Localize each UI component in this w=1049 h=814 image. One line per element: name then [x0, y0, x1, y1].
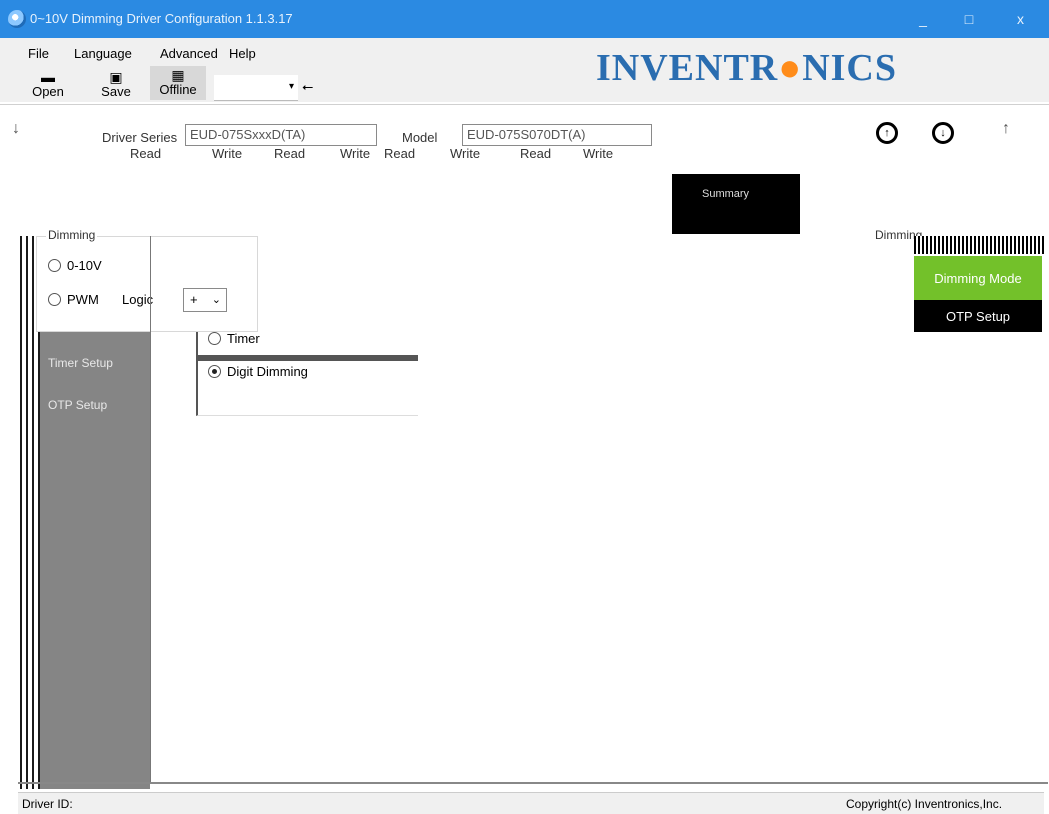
read-button[interactable]: Read	[384, 146, 415, 161]
app-globe-icon	[8, 10, 26, 28]
write-button[interactable]: Write	[212, 146, 242, 161]
menu-help[interactable]: Help	[229, 46, 256, 61]
port-combobox[interactable]: ▾	[214, 75, 298, 101]
sidebar-item-otp-setup[interactable]: OTP Setup	[48, 398, 107, 412]
sidebar-item-timer-setup[interactable]: Timer Setup	[48, 356, 113, 370]
logic-value: +	[190, 292, 198, 307]
write-button[interactable]: Write	[450, 146, 480, 161]
menu-language[interactable]: Language	[74, 46, 132, 61]
sun-icon: ●	[778, 47, 803, 89]
menu-advanced[interactable]: Advanced	[160, 46, 218, 61]
nav-dimming-mode[interactable]: Dimming Mode	[914, 256, 1042, 300]
radio-pwm[interactable]: PWM	[48, 292, 99, 307]
logic-select[interactable]: + ⌄	[183, 288, 227, 312]
status-copyright: Copyright(c) Inventronics,Inc.	[846, 797, 1003, 811]
radio-circle	[48, 259, 61, 272]
radio-0-10v[interactable]: 0-10V	[48, 258, 102, 273]
radio-pwm-label: PWM	[67, 292, 99, 307]
open-label: Open	[32, 84, 64, 99]
upload-arrow-icon[interactable]: ↑	[1002, 120, 1010, 138]
radio-digit-dimming[interactable]: Digit Dimming	[208, 364, 308, 379]
window-title: 0~10V Dimming Driver Configuration 1.1.3…	[30, 11, 293, 26]
dimming-group-box	[36, 236, 258, 332]
radio-timer-label: Timer	[227, 331, 260, 346]
nav-rails	[914, 236, 1044, 254]
upload-icon[interactable]: ↑	[876, 122, 898, 144]
radio-circle	[208, 332, 221, 345]
open-button[interactable]: ▬ Open	[20, 68, 76, 99]
chevron-down-icon: ⌄	[211, 294, 221, 306]
main-frame-divider	[150, 236, 151, 784]
radio-0-10v-label: 0-10V	[67, 258, 102, 273]
save-button[interactable]: ▣ Save	[88, 68, 144, 99]
dimming-group-legend: Dimming	[46, 228, 98, 242]
radio-circle	[48, 293, 61, 306]
radio-digit-dimming-label: Digit Dimming	[227, 364, 308, 379]
nav-otp-setup[interactable]: OTP Setup	[914, 300, 1042, 332]
read-button[interactable]: Read	[130, 146, 161, 161]
write-button[interactable]: Write	[340, 146, 370, 161]
read-button[interactable]: Read	[274, 146, 305, 161]
nav-summary[interactable]: Summary	[672, 174, 800, 234]
inner-panel-bar	[196, 355, 418, 361]
download-icon[interactable]: ↓	[932, 122, 954, 144]
radio-timer[interactable]: Timer	[208, 331, 260, 346]
status-driver-id: Driver ID:	[22, 797, 73, 811]
chevron-down-icon: ▾	[288, 81, 294, 92]
driver-series-field[interactable]: EUD-075SxxxD(TA)	[185, 124, 377, 146]
main-frame-bottom	[18, 782, 1048, 784]
save-label: Save	[101, 84, 131, 99]
logo-text-1: INVENTR	[596, 47, 779, 89]
model-label: Model	[402, 130, 438, 145]
offline-label: Offline	[159, 82, 197, 97]
menu-file[interactable]: File	[28, 46, 49, 61]
offline-button[interactable]: ▦ Offline	[150, 66, 206, 100]
minimize-button[interactable]: _	[900, 0, 946, 38]
logo-text-2: NICS	[802, 47, 898, 89]
radio-circle-selected	[208, 365, 221, 378]
driver-series-label: Driver Series	[102, 130, 178, 145]
usb-icon: ⭠	[302, 78, 314, 94]
inventronics-logo: INVENTR●NICS	[596, 46, 897, 90]
read-button[interactable]: Read	[520, 146, 551, 161]
close-button[interactable]: x	[992, 0, 1049, 38]
download-arrow-icon[interactable]: ↓	[12, 120, 20, 138]
maximize-button[interactable]: □	[946, 0, 992, 38]
write-button[interactable]: Write	[583, 146, 613, 161]
logic-label: Logic	[122, 292, 154, 307]
model-field[interactable]: EUD-075S070DT(A)	[462, 124, 652, 146]
